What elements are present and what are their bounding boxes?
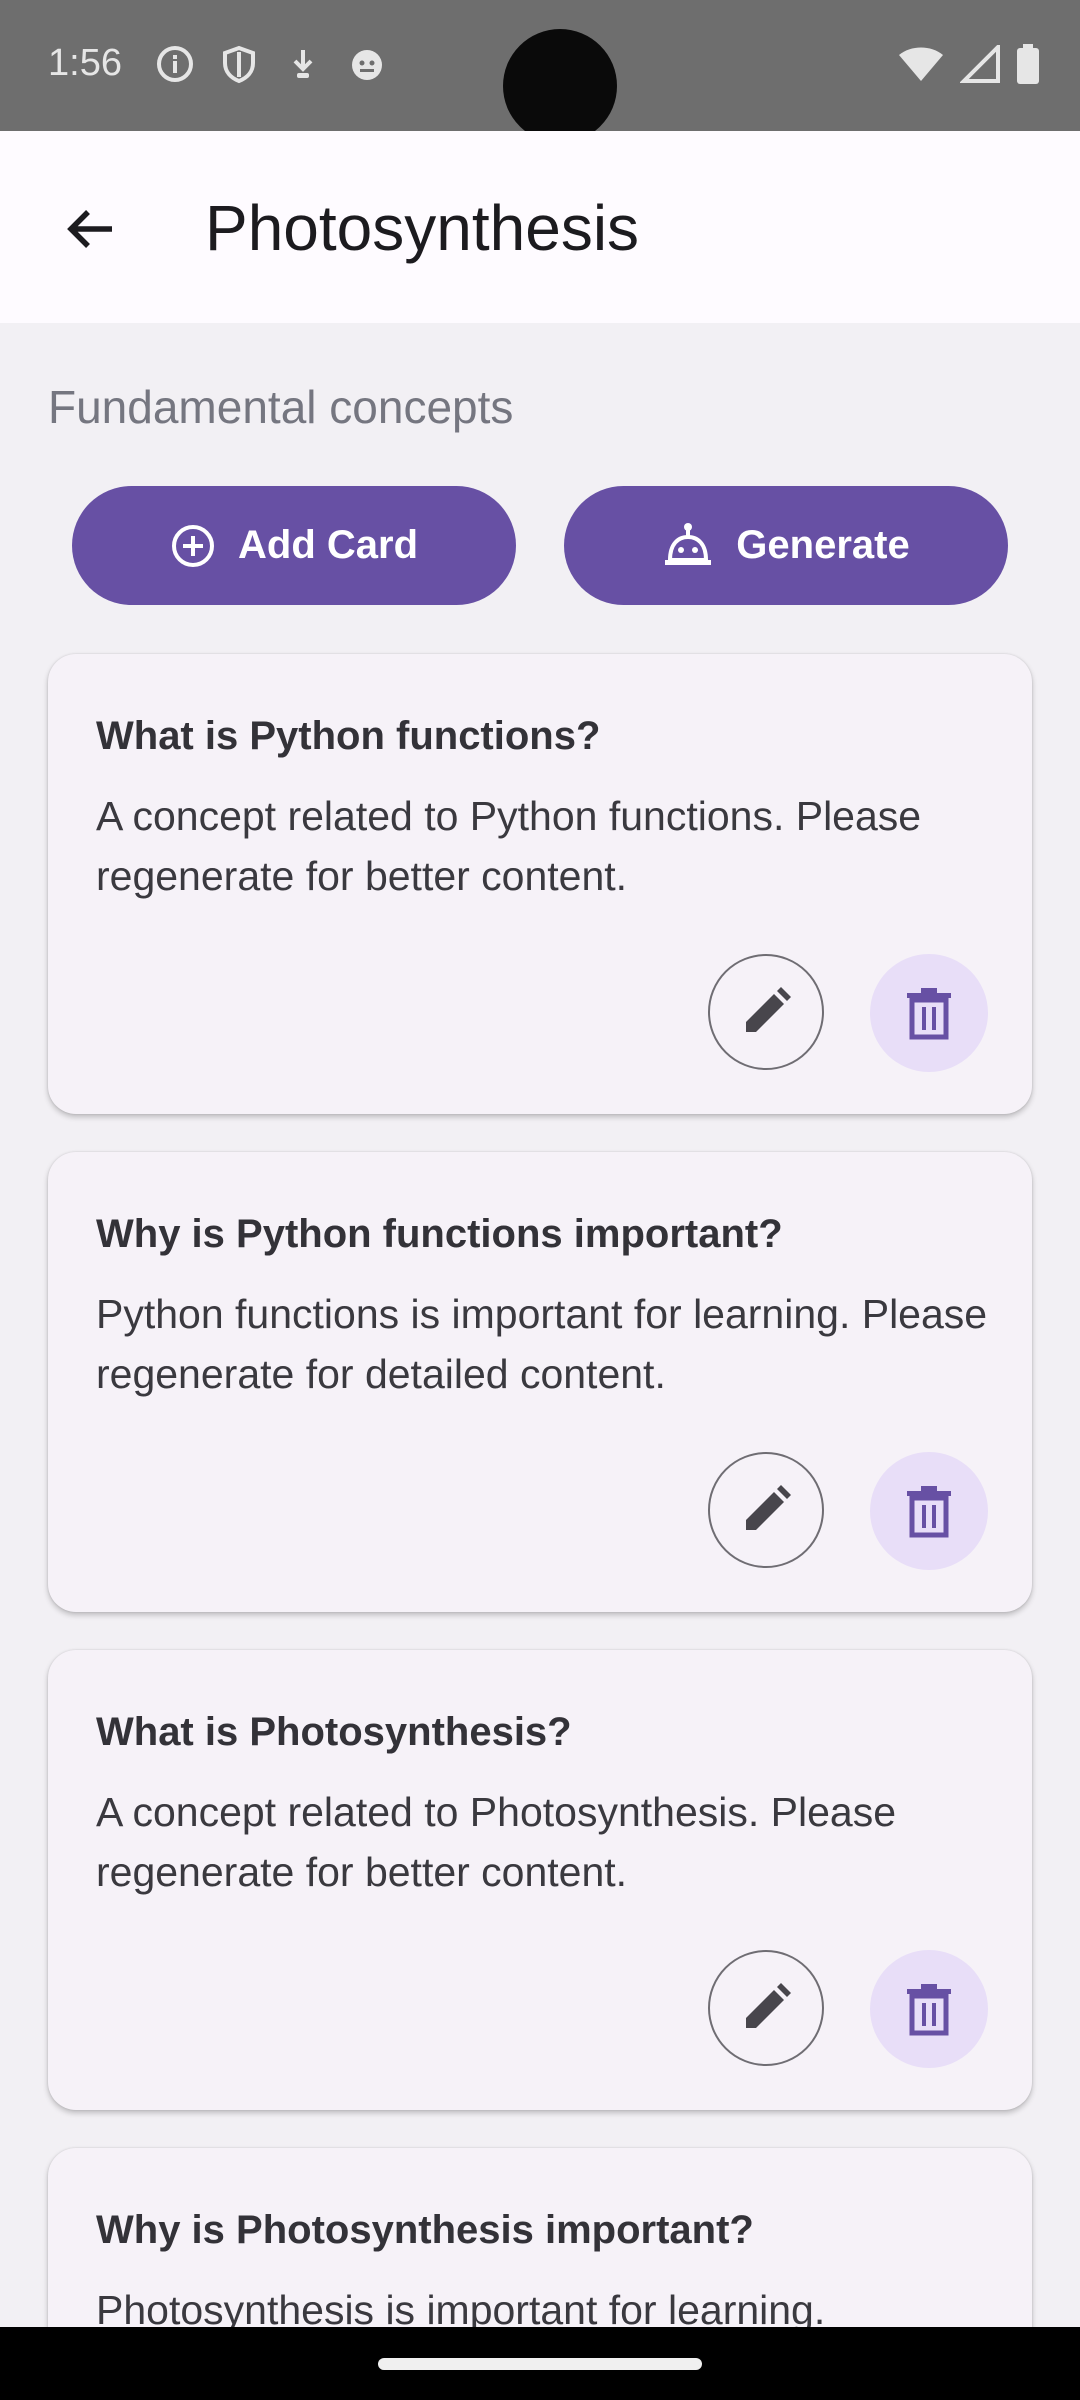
pencil-icon	[746, 1485, 791, 1530]
shield-icon	[219, 44, 259, 84]
download-icon	[283, 44, 323, 84]
card-question: What is Python functions?	[96, 714, 601, 758]
robot-icon	[665, 522, 712, 565]
add-card-label: Add Card	[238, 523, 418, 567]
info-icon	[155, 44, 195, 84]
arrow-back-icon	[67, 210, 112, 248]
edit-button[interactable]	[708, 954, 824, 1070]
top-app-bar: Photosynthesis	[0, 131, 1080, 323]
flashcard: What is Python functions? A concept rela…	[48, 654, 1032, 1114]
back-button[interactable]	[56, 195, 124, 263]
add-circle-icon	[172, 524, 214, 567]
card-answer: A concept related to Python functions. P…	[96, 793, 922, 899]
trash-icon	[907, 1486, 951, 1538]
notification-icons	[155, 44, 387, 84]
home-gesture-handle[interactable]	[378, 2358, 702, 2370]
pencil-icon	[746, 987, 791, 1032]
edit-button[interactable]	[708, 1950, 824, 2066]
card-answer: Python functions is important for learni…	[96, 1291, 988, 1397]
page-title: Photosynthesis	[205, 192, 640, 264]
edit-button[interactable]	[708, 1452, 824, 1568]
section-label: Fundamental concepts	[48, 381, 514, 433]
generate-button[interactable]: Generate	[564, 486, 1008, 605]
generate-label: Generate	[736, 523, 910, 567]
delete-button[interactable]	[870, 1950, 988, 2068]
pencil-icon	[746, 1983, 791, 2028]
battery-icon	[1017, 44, 1039, 84]
add-card-button[interactable]: Add Card	[72, 486, 516, 605]
status-time: 1:56	[48, 42, 122, 84]
camera-cutout	[503, 29, 617, 143]
cat-icon	[347, 44, 387, 84]
card-question: Why is Python functions important?	[96, 1212, 783, 1256]
flashcard: Why is Python functions important? Pytho…	[48, 1152, 1032, 1612]
system-status-icons	[898, 44, 1040, 84]
trash-icon	[907, 1984, 951, 2036]
card-answer: A concept related to Photosynthesis. Ple…	[96, 1789, 897, 1895]
flashcard: What is Photosynthesis? A concept relate…	[48, 1650, 1032, 2110]
status-bar: 1:56	[0, 0, 1080, 143]
card-question: Why is Photosynthesis important?	[96, 2208, 754, 2252]
delete-button[interactable]	[870, 1452, 988, 1570]
signal-icon	[960, 45, 1000, 83]
wifi-icon	[899, 47, 943, 81]
card-question: What is Photosynthesis?	[96, 1710, 572, 1754]
trash-icon	[907, 988, 951, 1040]
delete-button[interactable]	[870, 954, 988, 1072]
